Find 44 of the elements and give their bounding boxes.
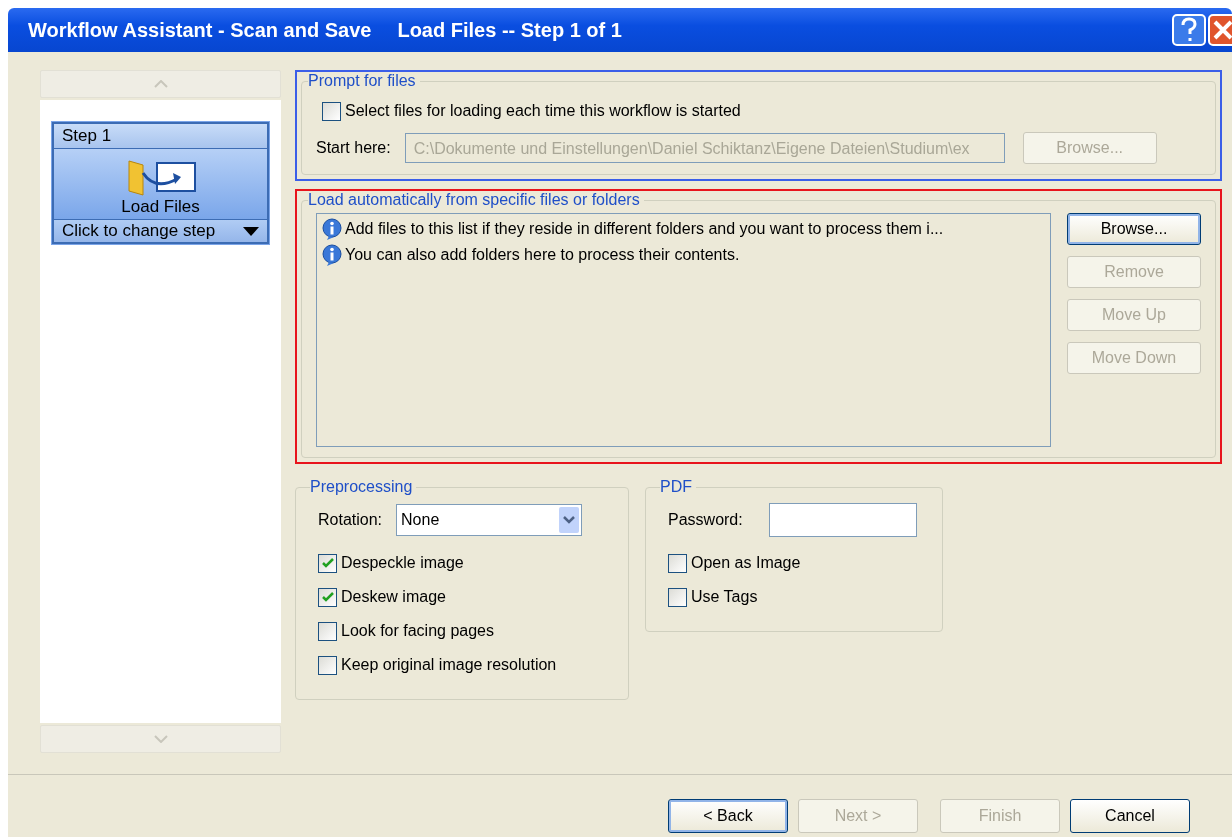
rotation-label: Rotation: — [318, 511, 383, 529]
start-label: Start here: — [316, 139, 391, 157]
checkbox-label: Deskew image — [341, 588, 446, 606]
chevron-down-icon — [153, 735, 168, 743]
list-item: You can also add folders here to process their contents. — [345, 246, 740, 264]
checkbox[interactable] — [668, 553, 687, 573]
checkbox[interactable] — [318, 655, 337, 675]
step-card[interactable]: Step 1 Load Files Click to change step — [52, 122, 269, 244]
checkbox[interactable] — [318, 621, 337, 641]
checkbox-label: Open as Image — [691, 554, 801, 572]
window-title: Workflow Assistant - Scan and Save — [28, 18, 372, 42]
group-title: Load automatically from specific files or folders — [308, 191, 641, 209]
list-item: Add files to this list if they reside in different folders and you want to process them i... — [345, 220, 944, 238]
wizard-button[interactable]: < Back — [668, 799, 788, 833]
help-icon[interactable] — [1172, 14, 1206, 46]
step-title: Load Files -- Step 1 of 1 — [397, 18, 622, 42]
group-title: PDF — [660, 478, 693, 496]
checkbox-label: Keep original image resolution — [341, 656, 557, 674]
password-field[interactable] — [768, 503, 917, 537]
checkbox-label: Look for facing pages — [341, 622, 494, 640]
checkbox-label: Despeckle image — [341, 554, 464, 572]
group-title: Preprocessing — [310, 478, 414, 496]
step-label: Load Files — [121, 197, 200, 217]
group-title: Prompt for files — [308, 72, 417, 90]
info-icon — [321, 244, 343, 266]
checkbox-label: Select files for loading each time this workflow is started — [345, 102, 741, 120]
checkbox[interactable] — [668, 587, 687, 607]
list-action-button[interactable]: Browse... — [1067, 213, 1201, 245]
password-label: Password: — [668, 511, 743, 529]
info-icon — [321, 218, 343, 240]
wizard-button[interactable]: Cancel — [1070, 799, 1190, 833]
dropdown-triangle-icon — [243, 226, 259, 236]
checkbox[interactable] — [318, 587, 337, 607]
checkbox-label: Use Tags — [691, 588, 758, 606]
checkmark-icon — [321, 558, 334, 568]
chevron-up-icon — [153, 80, 168, 88]
step-footer: Click to change step — [62, 221, 216, 241]
step-header: Step 1 — [54, 124, 267, 149]
file-list[interactable]: Add files to this list if they reside in different folders and you want to process them i... You can also add folders here to process their contents. — [316, 213, 1051, 447]
close-icon[interactable] — [1208, 14, 1232, 46]
checkmark-icon — [321, 592, 334, 602]
checkbox[interactable] — [318, 553, 337, 573]
rotation-dropdown[interactable]: None — [396, 504, 583, 536]
checkbox[interactable] — [322, 101, 341, 121]
